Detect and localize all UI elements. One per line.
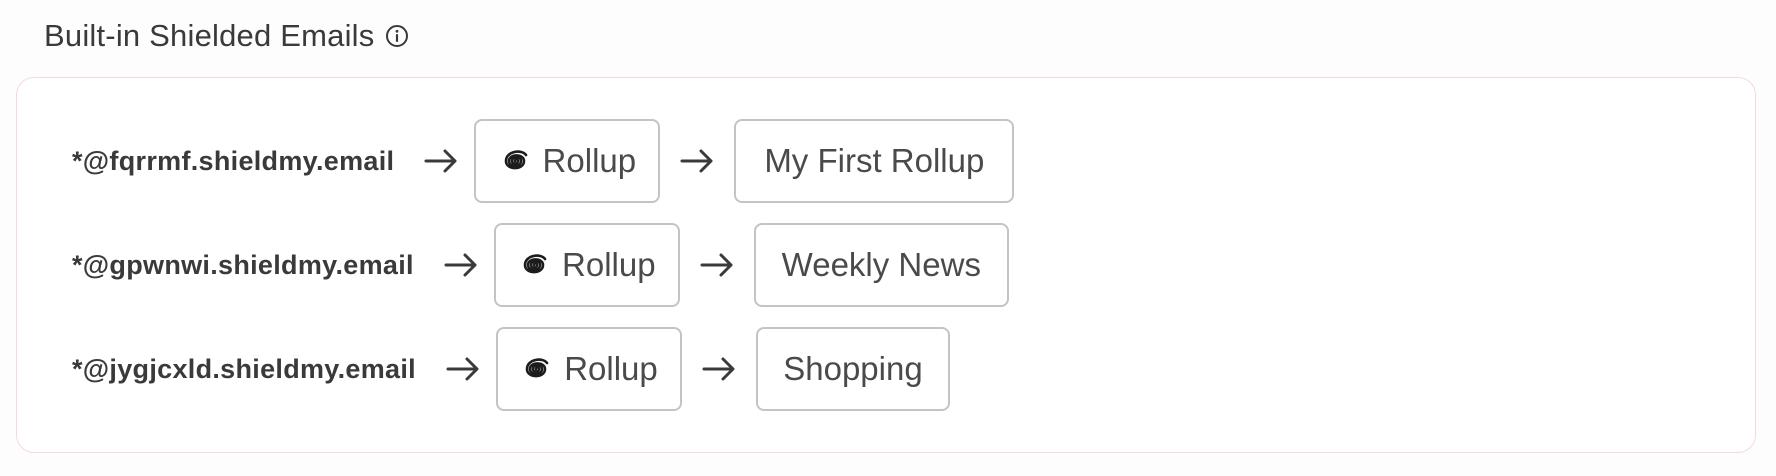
shielded-email-row: *@gpwnwi.shieldmy.email Rollup Weekly Ne… [17, 223, 1009, 307]
arrow-right-icon [680, 149, 714, 173]
app-chip[interactable]: Rollup [493, 223, 680, 307]
app-chip[interactable]: Rollup [474, 119, 661, 203]
destination-chip[interactable]: My First Rollup [734, 119, 1015, 203]
shielded-email-row: *@jygjcxld.shieldmy.email Rollup Shoppin… [17, 327, 950, 411]
arrow-right-icon [702, 357, 736, 381]
section-title: Built-in Shielded Emails [44, 18, 375, 53]
swirl-icon [520, 353, 552, 385]
shielded-email-row: *@fqrrmf.shieldmy.email Rollup My First … [17, 119, 1015, 203]
arrow-right-icon [446, 357, 480, 381]
shielded-email-address: *@fqrrmf.shieldmy.email [72, 145, 395, 176]
app-chip[interactable]: Rollup [495, 327, 682, 411]
shielded-emails-panel: *@fqrrmf.shieldmy.email Rollup My First … [16, 77, 1756, 453]
shielded-email-address: *@jygjcxld.shieldmy.email [72, 353, 416, 384]
app-chip-label: Rollup [562, 246, 656, 283]
arrow-right-icon [444, 253, 478, 277]
info-icon[interactable] [384, 23, 410, 49]
app-chip-label: Rollup [564, 350, 658, 387]
shielded-email-address: *@gpwnwi.shieldmy.email [72, 249, 414, 280]
section-header: Built-in Shielded Emails [44, 16, 410, 56]
destination-chip[interactable]: Shopping [755, 327, 950, 411]
destination-chip[interactable]: Weekly News [753, 223, 1009, 307]
app-chip-label: Rollup [542, 142, 637, 179]
arrow-right-icon [700, 253, 734, 277]
swirl-icon [518, 249, 550, 281]
arrow-right-icon [424, 149, 458, 173]
swirl-icon [499, 145, 531, 177]
